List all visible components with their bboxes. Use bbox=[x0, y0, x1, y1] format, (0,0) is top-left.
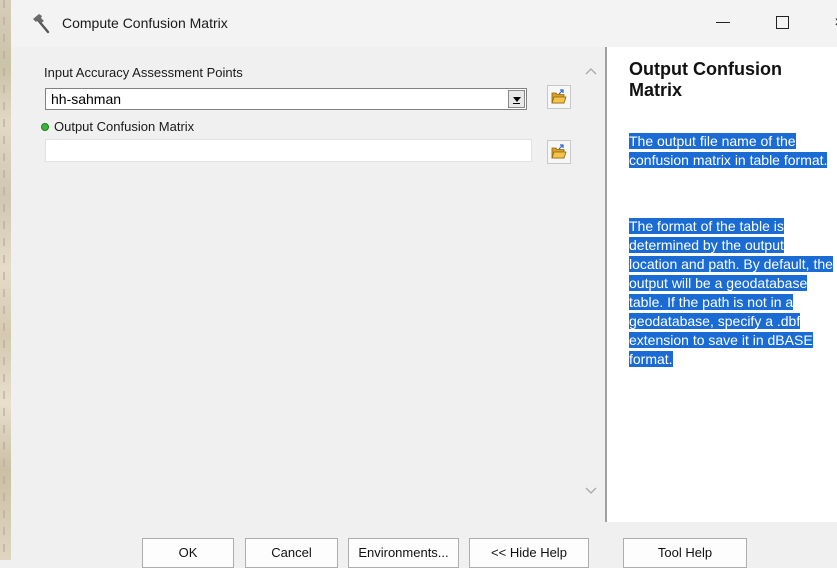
help-paragraph: The output file name of the confusion ma… bbox=[629, 132, 833, 170]
environments-button[interactable]: Environments... bbox=[348, 538, 459, 568]
input-points-combobox[interactable]: hh-sahman bbox=[45, 88, 527, 110]
input-points-browse-button[interactable] bbox=[547, 85, 571, 109]
required-parameter-icon bbox=[41, 123, 49, 131]
help-paragraph-text: The output file name of the confusion ma… bbox=[629, 133, 828, 168]
input-points-value: hh-sahman bbox=[51, 91, 122, 107]
scroll-down-arrow-icon[interactable] bbox=[584, 484, 598, 498]
button-bar: OK Cancel Environments... << Hide Help T… bbox=[11, 522, 837, 568]
window-title: Compute Confusion Matrix bbox=[62, 15, 228, 31]
ok-button[interactable]: OK bbox=[142, 538, 234, 568]
help-paragraph: The format of the table is determined by… bbox=[629, 217, 833, 369]
minimize-icon bbox=[716, 22, 730, 24]
help-paragraph-text: The format of the table is determined by… bbox=[629, 218, 833, 367]
maximize-button[interactable] bbox=[762, 10, 802, 36]
hammer-icon bbox=[31, 12, 53, 34]
help-pane: Output Confusion Matrix The output file … bbox=[605, 47, 837, 522]
help-title: Output Confusion Matrix bbox=[629, 59, 782, 100]
output-matrix-input[interactable] bbox=[45, 139, 532, 162]
hide-help-button[interactable]: << Hide Help bbox=[469, 538, 589, 568]
tool-help-button[interactable]: Tool Help bbox=[623, 538, 747, 568]
output-matrix-label-text: Output Confusion Matrix bbox=[54, 119, 195, 134]
output-matrix-browse-button[interactable] bbox=[547, 140, 571, 164]
maximize-icon bbox=[775, 16, 789, 30]
open-folder-icon bbox=[551, 144, 567, 159]
output-matrix-label: Output Confusion Matrix bbox=[41, 119, 194, 134]
input-points-label: Input Accuracy Assessment Points bbox=[44, 65, 243, 80]
open-folder-icon bbox=[551, 89, 567, 104]
title-bar[interactable]: Compute Confusion Matrix × bbox=[11, 0, 837, 47]
tool-dialog: Compute Confusion Matrix × Input Accurac… bbox=[11, 0, 837, 568]
close-button[interactable]: × bbox=[819, 10, 837, 36]
minimize-button[interactable] bbox=[703, 10, 743, 36]
cancel-button[interactable]: Cancel bbox=[245, 538, 338, 568]
scroll-up-arrow-icon[interactable] bbox=[584, 64, 598, 78]
dropdown-arrow-icon[interactable] bbox=[508, 90, 525, 108]
background-map-strip bbox=[0, 0, 11, 560]
parameters-pane: Input Accuracy Assessment Points hh-sahm… bbox=[22, 47, 598, 522]
